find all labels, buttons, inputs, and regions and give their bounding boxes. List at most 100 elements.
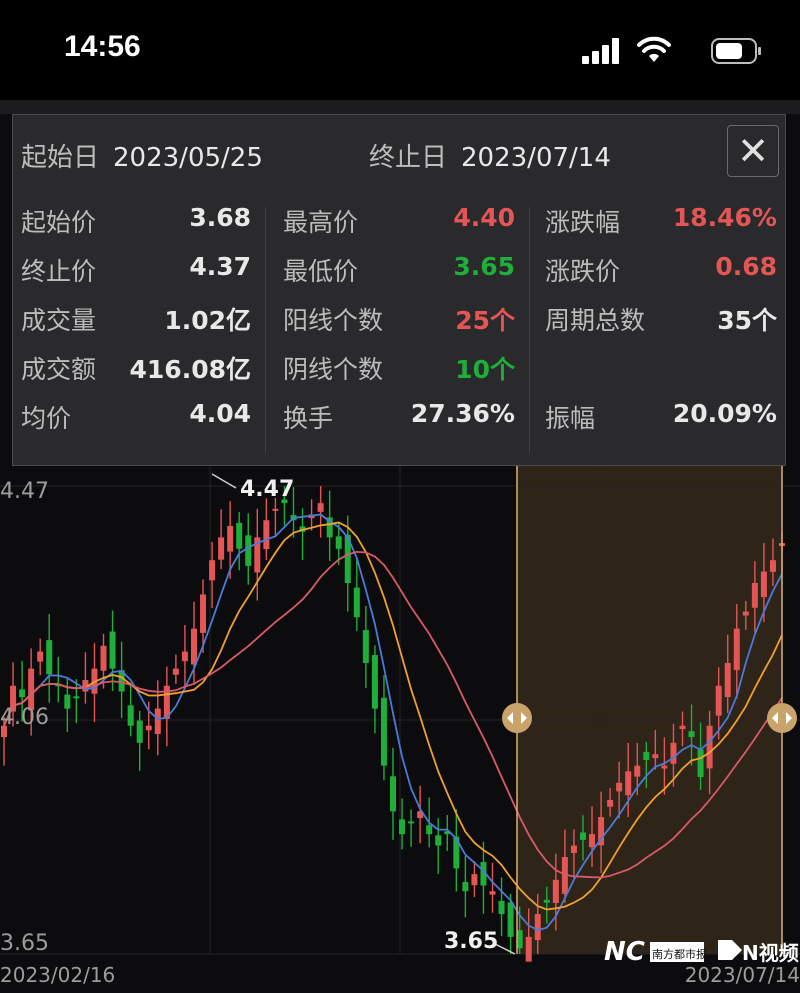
stat-label: 最低价 [283, 257, 359, 286]
low-annotation: 3.65 [444, 929, 498, 954]
candle-body [209, 560, 216, 581]
candle-body [236, 522, 243, 549]
stat-label: 成交额 [21, 355, 97, 384]
stat-value: 3.65 [453, 252, 515, 281]
candle-body [543, 899, 550, 903]
candle-body [181, 651, 188, 662]
candle-body [643, 751, 650, 760]
stat-label: 成交量 [21, 306, 97, 335]
stat-value: 1.02亿 [164, 306, 251, 335]
candle-body [589, 834, 596, 848]
candle-body [661, 765, 668, 769]
close-icon: ✕ [737, 129, 769, 173]
stat-value: 35个 [717, 306, 777, 335]
status-time: 14:56 [64, 30, 141, 63]
y-axis-label-top: 4.47 [0, 479, 49, 504]
stat-label: 换手 [283, 404, 334, 433]
candle-body [670, 742, 677, 764]
stat-row: 成交额 416.08亿 [21, 350, 251, 399]
candle-body [154, 708, 161, 735]
candle-body [353, 587, 360, 618]
battery-icon [711, 38, 761, 64]
start-date-label: 起始日 [21, 143, 100, 173]
stat-row: 最低价 3.65 [283, 252, 515, 301]
candle-body [489, 891, 496, 895]
candle-body [769, 560, 776, 572]
chart-svg[interactable]: 4.47 4.06 3.65 2023/02/16 2023/07/14 4.47 3.65… [0, 466, 800, 989]
stat-value: 3.68 [189, 203, 251, 232]
candle-body [462, 881, 469, 892]
stat-row: 换手 27.36% [283, 399, 515, 448]
candle-body [688, 731, 695, 738]
candle-body [272, 508, 279, 511]
candle-body [371, 655, 378, 709]
candle-body [498, 900, 505, 915]
candle-body [172, 668, 179, 675]
candle-body [73, 696, 80, 699]
candle-body [136, 720, 143, 743]
high-annotation: 4.47 [240, 477, 294, 502]
watermark-brand-logo: NC [604, 937, 645, 967]
candle-body [607, 799, 614, 807]
candle-body [570, 845, 577, 853]
candle-body [100, 645, 107, 671]
stat-row: 阴线个数 10个 [283, 350, 515, 399]
end-date-value: 2023/07/14 [461, 143, 611, 173]
candle-body [145, 725, 152, 731]
stat-row: 涨跌幅 18.46% [545, 203, 777, 252]
candle-body [435, 835, 442, 846]
close-button[interactable]: ✕ [727, 125, 779, 177]
stat-label: 终止价 [21, 257, 97, 286]
stat-label: 周期总数 [545, 306, 646, 335]
candle-body [362, 630, 369, 663]
stat-label: 振幅 [545, 404, 596, 433]
candle-body [227, 525, 234, 552]
stat-row: 均价 4.04 [21, 399, 251, 448]
candle-body [64, 694, 71, 709]
candle-body [408, 821, 415, 824]
candle-body [652, 754, 659, 759]
start-date: 起始日 2023/05/25 [21, 137, 263, 174]
stat-row: 最高价 4.40 [283, 203, 515, 252]
y-axis-label-mid: 4.06 [0, 705, 49, 730]
stat-label: 涨跌幅 [545, 208, 621, 237]
cellular-signal-icon [582, 38, 622, 64]
candle-body [616, 782, 623, 792]
stat-value: 27.36% [410, 399, 515, 428]
column-divider [529, 207, 530, 453]
candle-body [46, 640, 53, 675]
stat-label: 阴线个数 [283, 355, 384, 384]
candle-body [697, 749, 704, 778]
candle-body [751, 583, 758, 608]
candle-body [471, 874, 478, 886]
candle-body [380, 697, 387, 766]
stat-value: 0.68 [715, 252, 777, 281]
candlestick-chart[interactable]: 4.47 4.06 3.65 2023/02/16 2023/07/14 4.47 3.65… [0, 466, 800, 989]
candle-body [742, 611, 749, 616]
candle-body [317, 503, 324, 512]
candle-body [724, 662, 731, 698]
stat-label: 阳线个数 [283, 306, 384, 335]
start-date-value: 2023/05/25 [113, 143, 263, 173]
interval-stats-popup: 起始日 2023/05/25 终止日 2023/07/14 ✕ 起始价 3.68 终止价… [12, 114, 786, 466]
x-axis-label-end: 2023/07/14 [685, 963, 800, 987]
stat-label: 均价 [21, 404, 72, 433]
stat-label: 最高价 [283, 208, 359, 237]
candle-body [525, 936, 532, 962]
stat-column-3: 涨跌幅 18.46% 涨跌价 0.68 周期总数 35个 振幅 20.09% [545, 203, 777, 448]
stat-column-1: 起始价 3.68 终止价 4.37 成交量 1.02亿成交额 416.08亿均价 4.04 [21, 203, 251, 448]
stat-value: 4.04 [189, 399, 251, 428]
stat-row: 起始价 3.68 [21, 203, 251, 252]
column-divider [265, 207, 266, 453]
candle-body [679, 725, 686, 730]
end-date-label: 终止日 [369, 143, 448, 173]
watermark-video: N视频 [742, 941, 799, 965]
stat-row: 涨跌价 0.68 [545, 252, 777, 301]
candle-body [399, 819, 406, 835]
stat-value: 4.37 [189, 252, 251, 281]
stat-label: 涨跌价 [545, 257, 621, 286]
stat-row: 终止价 4.37 [21, 252, 251, 301]
candle-body [625, 771, 632, 796]
stat-column-2: 最高价 4.40 最低价 3.65 阳线个数 25个 阴线个数 10个 换手 27.36% [283, 203, 515, 448]
candle-body [200, 594, 207, 633]
